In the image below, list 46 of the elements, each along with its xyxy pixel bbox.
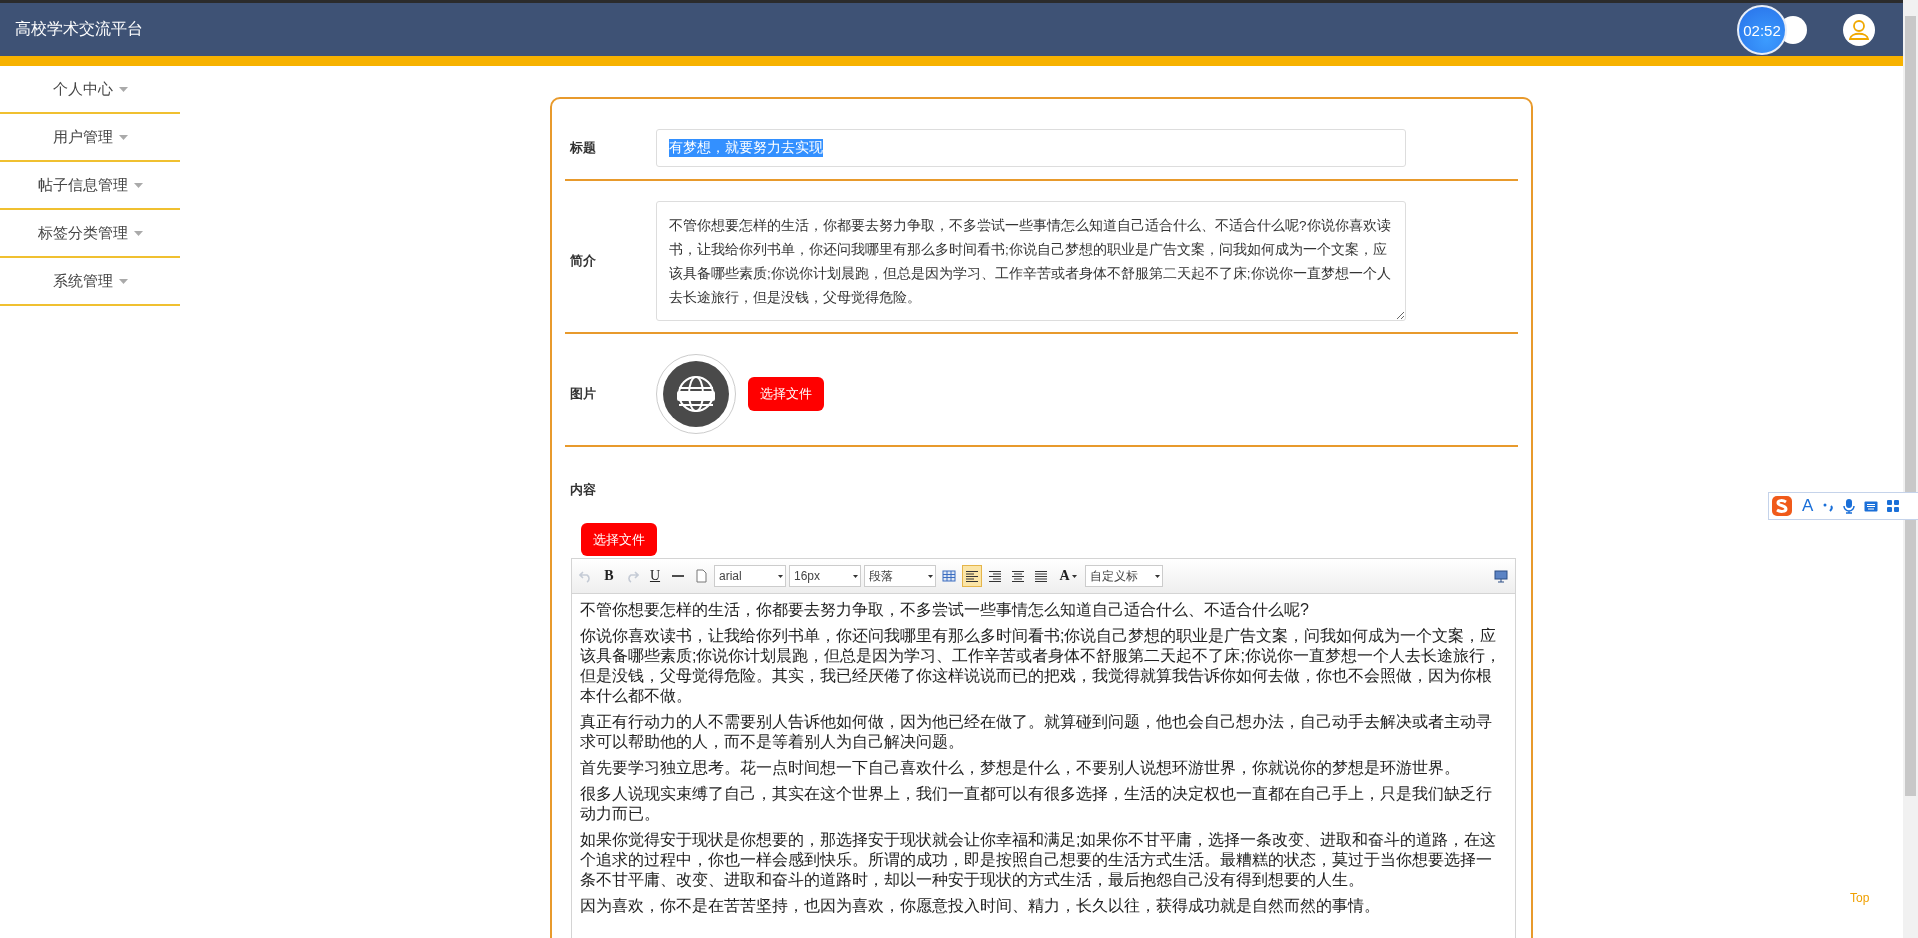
toolbar-dropdown[interactable]: arial	[714, 565, 786, 587]
caret-icon	[133, 182, 143, 188]
s-logo-icon[interactable]	[1771, 495, 1793, 517]
editor-paragraph: 真正有行动力的人不需要别人告诉他如何做，因为他已经在做了。就算碰到问题，他也会自己想办法，自己动手去解决或者主动寻求可以帮助他的人，而不是等着别人为自己解决问题。	[580, 712, 1493, 752]
caret-icon	[118, 278, 128, 284]
editor-paragraph: 首先要学习独立思考。花一点时间想一下自己喜欢什么，梦想是什么，不要别人说想环游世界，你就说你的梦想是环游世界。	[580, 758, 1461, 778]
choose-file-button[interactable]: 选择文件	[748, 377, 824, 411]
caret-icon	[778, 574, 783, 578]
bold-button[interactable]: B	[599, 565, 619, 587]
site-title: 高校学术交流平台	[15, 19, 143, 39]
timer-toast: 02:52	[1737, 5, 1787, 55]
toolbar-dropdown[interactable]: 16px	[789, 565, 861, 587]
grid-icon[interactable]	[1887, 500, 1900, 512]
sidebar-item[interactable]: 标签分类管理	[0, 210, 180, 258]
caret-icon	[133, 230, 143, 236]
caret-icon	[1155, 574, 1160, 578]
field-label: 简介	[569, 252, 597, 270]
keyboard-icon[interactable]	[1864, 500, 1879, 512]
microphone-icon[interactable]	[1843, 498, 1856, 514]
font-color-button[interactable]: A	[1054, 565, 1082, 587]
sidebar-item[interactable]: 个人中心	[0, 66, 180, 114]
field-label: 内容	[569, 481, 597, 499]
editor-paragraph: 你说你喜欢读书，让我给你列书单，你还问我哪里有那么多时间看书;你说自己梦想的职业是广告文案，问我如何成为一个文案，应该具备哪些素质;你说你计划晨跑，但总是因为学习、工作辛苦或者身体不舒服第二天起不了床;你说你一直梦想一个人去长途旅行，但是没钱，父母觉得危险。其实，我已经厌倦了你这样说说而已的把戏，我觉得就算我告诉你如何去做，你也不会照做，因为你根本什么都不做。	[580, 626, 1502, 706]
caret-icon	[928, 574, 933, 578]
caret-icon	[118, 86, 128, 92]
toolbar-dropdown[interactable]: 段落	[864, 565, 936, 587]
editor-paragraph: 很多人说现实束缚了自己，其实在这个世界上，我们一直都可以有很多选择，生活的决定权也一直都在自己手上，只是我们缺乏行动力而已。	[580, 784, 1493, 824]
choose-file-button[interactable]: 选择文件	[581, 523, 657, 556]
editor-paragraph: 因为喜欢，你不是在苦苦坚持，也因为喜欢，你愿意投入时间、精力，长久以往，获得成功就是自然而然的事情。	[580, 896, 1381, 916]
caret-icon	[853, 574, 858, 578]
caret-icon	[118, 134, 128, 140]
sidebar-item[interactable]: 用户管理	[0, 114, 180, 162]
summary-field[interactable]: 不管你想要怎样的生活，你都要去努力争取，不多尝试一些事情怎么知道自己适合什么、不适合什么呢?你说你喜欢读书，让我给你列书单，你还问我哪里有那么多时间看书;你说自己梦想的职业是广告文案，问我如何成为一个文案，应该具备哪些素质;你说你计划晨跑，但总是因为学习、工作辛苦或者身体不舒服第二天起不了床;你说你一直梦想一个人去长途旅行，但是没钱，父母觉得危险。	[656, 201, 1406, 321]
editor-paragraph: 不管你想要怎样的生活，你都要去努力争取，不多尝试一些事情怎么知道自己适合什么、不适合什么呢?	[580, 600, 1310, 620]
user-icon[interactable]	[1843, 13, 1875, 46]
align-left-icon[interactable]	[962, 565, 982, 587]
field-label: 标题	[569, 139, 597, 157]
input-mode-toggle[interactable]: A	[1802, 496, 1814, 516]
underline-button[interactable]: U	[645, 565, 665, 587]
toolbar-dropdown[interactable]: 自定义标	[1085, 565, 1163, 587]
sidebar-item[interactable]: 系统管理	[0, 258, 180, 306]
field-label: 图片	[569, 385, 597, 403]
globe-image	[663, 361, 729, 427]
sidebar-item[interactable]: 帖子信息管理	[0, 162, 180, 210]
editor-paragraph: 如果你觉得安于现状是你想要的，那选择安于现状就会让你幸福和满足;如果你不甘平庸，选择一条改变、进取和奋斗的道路，在这个追求的过程中，你也一样会感到快乐。所谓的成功，即是按照自己想要的生活方式生活。最糟糕的状态，莫过于当你想要选择一条不甘平庸、改变、进取和奋斗的道路时，却以一种安于现状的方式生活，最后抱怨自己没有得到想要的人生。	[580, 830, 1498, 890]
caret-icon	[1071, 574, 1077, 578]
